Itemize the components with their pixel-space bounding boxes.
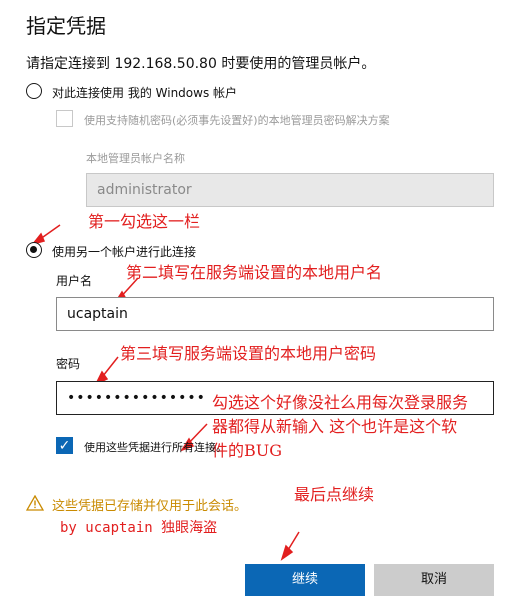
- annotation-step3: 第三填写服务端设置的本地用户密码: [120, 344, 377, 363]
- remember-credentials-checkbox[interactable]: ✓: [56, 437, 73, 454]
- remember-credentials-label: 使用这些凭据进行所有连接。: [84, 441, 227, 454]
- continue-button[interactable]: 继续: [245, 564, 365, 596]
- warning-text: 这些凭据已存储并仅用于此会话。: [52, 499, 248, 514]
- annotation-note-line1: 勾选这个好像没社么用每次登录服务: [212, 393, 469, 412]
- username-input[interactable]: ucaptain: [56, 297, 494, 331]
- cancel-button[interactable]: 取消: [374, 564, 494, 596]
- annotation-note-line2: 器都得从新输入 这个也许是这个软: [212, 417, 458, 436]
- radio-other-account-label: 使用另一个帐户进行此连接: [52, 245, 197, 259]
- annotation-step2: 第二填写在服务端设置的本地用户名: [126, 263, 383, 282]
- username-label: 用户名: [56, 274, 93, 288]
- arrow-5-head: [280, 544, 294, 561]
- warning-icon: [26, 495, 44, 511]
- radio-other-account[interactable]: [26, 242, 42, 258]
- annotation-author: by ucaptain 独眼海盗: [60, 520, 218, 536]
- password-label: 密码: [56, 357, 81, 371]
- annotation-last: 最后点继续: [294, 485, 375, 504]
